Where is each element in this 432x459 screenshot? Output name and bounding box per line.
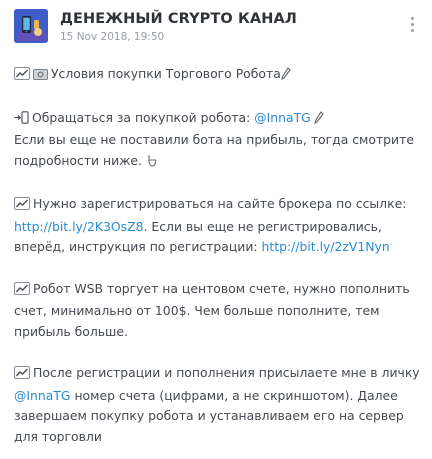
paragraph-contact: Обращаться за покупкой робота: @InnaTG Е… xyxy=(14,108,420,174)
chart-increasing-icon xyxy=(14,281,30,302)
channel-name[interactable]: ДЕНЕЖНЫЙ CRYPTO КАНАЛ xyxy=(60,11,297,27)
contact-handle-link[interactable]: @InnaTG xyxy=(254,110,311,125)
paragraph-next-steps: После регистрации и пополнения присылает… xyxy=(14,365,420,444)
channel-post: ДЕНЕЖНЫЙ CRYPTO КАНАЛ 15 Nov 2018, 19:50… xyxy=(0,0,432,459)
vertical-ellipsis-icon[interactable] xyxy=(406,14,418,36)
pointing-down-icon xyxy=(146,153,157,174)
chart-increasing-icon xyxy=(14,66,30,87)
dollar-banknote-icon xyxy=(33,66,48,87)
channel-avatar[interactable] xyxy=(14,9,48,43)
chart-increasing-icon xyxy=(14,196,30,217)
avatar-image xyxy=(14,9,48,43)
registration-instruction-link[interactable]: http://bit.ly/2zV1Nyn xyxy=(262,239,390,254)
post-title: Условия покупки Торгового Робота xyxy=(14,64,420,87)
post-body: Условия покупки Торгового Робота Обращат… xyxy=(14,64,420,447)
broker-registration-link[interactable]: http://bit.ly/2K3OsZ8 xyxy=(14,219,144,234)
paragraph-deposit: Робот WSB торгует на центовом счете, нуж… xyxy=(14,280,410,339)
post-header: ДЕНЕЖНЫЙ CRYPTO КАНАЛ 15 Nov 2018, 19:50 xyxy=(14,8,418,48)
pencil-icon xyxy=(281,66,291,87)
pencil-icon xyxy=(313,110,324,131)
arrow-to-phone-icon xyxy=(14,110,29,131)
paragraph-registration: Нужно зарегистрироваться на сайте брокер… xyxy=(14,196,407,254)
chart-increasing-icon xyxy=(14,365,30,386)
contact-handle-link[interactable]: @InnaTG xyxy=(14,388,71,403)
post-date: 15 Nov 2018, 19:50 xyxy=(60,31,165,43)
